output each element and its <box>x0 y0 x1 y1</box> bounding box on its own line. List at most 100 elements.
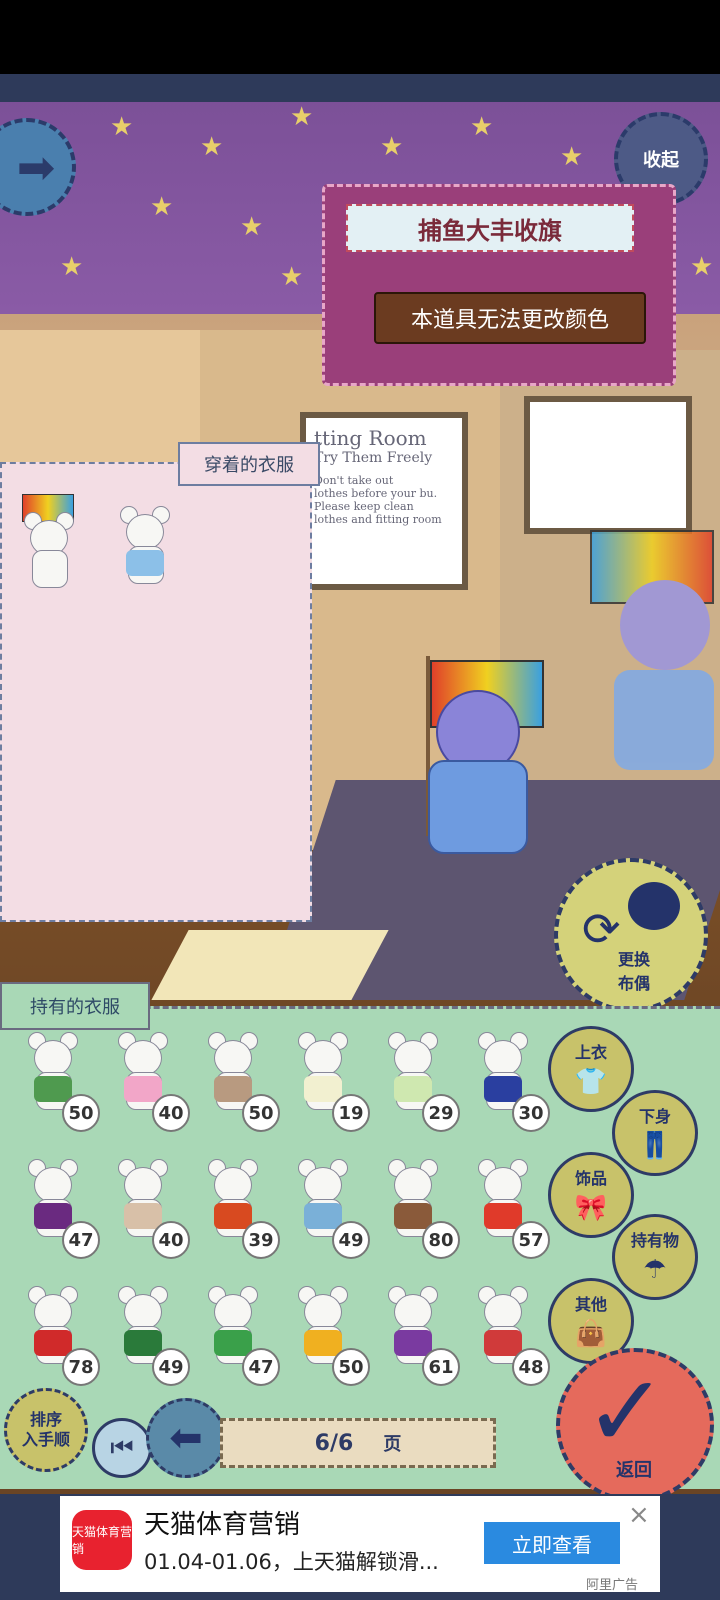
clothing-swatch <box>304 1076 342 1102</box>
clothing-swatch <box>394 1076 432 1102</box>
poster-line: Please keep clean <box>314 500 414 513</box>
owned-item[interactable]: 47 <box>22 1157 100 1259</box>
shirt-icon: 👕 <box>574 1067 608 1097</box>
poster-line: Don't take out <box>314 474 394 487</box>
category-bottoms-button[interactable]: 下身 👖 <box>612 1090 698 1176</box>
poster-line: Try Them Freely <box>314 450 433 466</box>
owned-item[interactable]: 49 <box>292 1157 370 1259</box>
fitting-room-poster: tting Room Try Them Freely Don't take ou… <box>300 412 468 590</box>
clothing-swatch <box>124 1203 162 1229</box>
category-label: 其他 <box>574 1295 607 1314</box>
sort-label: 排序 入手顺 <box>21 1410 70 1449</box>
top-border <box>0 74 720 102</box>
clothing-swatch <box>214 1203 252 1229</box>
arrow-left-icon: ⬅ <box>169 1415 203 1461</box>
mirrored-poster <box>524 396 692 534</box>
category-tops-button[interactable]: 上衣 👕 <box>548 1026 634 1112</box>
owned-item[interactable]: 48 <box>472 1284 550 1386</box>
category-accessories-button[interactable]: 饰品 🎀 <box>548 1152 634 1238</box>
category-label: 持有物 <box>630 1231 679 1250</box>
change-doll-label: 更换布偶 <box>617 950 650 993</box>
clothing-swatch <box>214 1330 252 1356</box>
arrow-right-icon: ➡ <box>16 140 56 194</box>
clothing-swatch <box>484 1076 522 1102</box>
worn-item[interactable] <box>114 504 174 594</box>
owned-item[interactable]: 29 <box>382 1030 460 1132</box>
owned-item[interactable]: 40 <box>112 1157 190 1259</box>
owned-item[interactable]: 61 <box>382 1284 460 1386</box>
clothing-swatch <box>304 1330 342 1356</box>
page-unit: 页 <box>383 1434 402 1455</box>
item-count-badge: 50 <box>332 1348 370 1386</box>
clothing-swatch <box>484 1203 522 1229</box>
first-page-button[interactable]: ⏮ <box>92 1418 152 1478</box>
bowtie-icon: 🎀 <box>574 1193 608 1223</box>
item-title: 捕鱼大丰收旗 <box>346 204 634 252</box>
ad-title: 天猫体育营销 <box>144 1510 301 1540</box>
page-number: 6/6 <box>314 1430 354 1456</box>
clothing-swatch <box>484 1330 522 1356</box>
back-confirm-button[interactable]: ✓ 返回 <box>556 1348 714 1502</box>
item-count-badge: 40 <box>152 1094 190 1132</box>
owned-item[interactable]: 49 <box>112 1284 190 1386</box>
clothing-swatch <box>394 1330 432 1356</box>
owned-item[interactable]: 78 <box>22 1284 100 1386</box>
pants-icon: 👖 <box>638 1131 672 1161</box>
owned-item[interactable]: 50 <box>292 1284 370 1386</box>
clothing-swatch <box>34 1203 72 1229</box>
owned-item[interactable]: 30 <box>472 1030 550 1132</box>
item-count-badge: 30 <box>512 1094 550 1132</box>
item-count-badge: 50 <box>62 1094 100 1132</box>
owned-item[interactable]: 47 <box>202 1284 280 1386</box>
skip-back-icon: ⏮ <box>110 1432 134 1463</box>
ad-close-icon[interactable]: × <box>628 1500 650 1530</box>
clothing-swatch <box>394 1203 432 1229</box>
category-held-items-button[interactable]: 持有物 ☂ <box>612 1214 698 1300</box>
ad-logo[interactable]: 天猫体育营销 <box>72 1510 132 1570</box>
item-count-badge: 49 <box>152 1348 190 1386</box>
status-bar <box>0 0 720 74</box>
clothing-swatch <box>34 1330 72 1356</box>
ad-cta-button[interactable]: 立即查看 <box>484 1522 620 1564</box>
clothing-swatch <box>124 1330 162 1356</box>
category-label: 上衣 <box>574 1043 607 1062</box>
worn-item[interactable] <box>18 494 78 588</box>
item-count-badge: 47 <box>242 1348 280 1386</box>
previous-page-button[interactable]: ⬅ <box>146 1398 226 1478</box>
worn-clothes-panel <box>0 462 312 922</box>
owned-item[interactable]: 19 <box>292 1030 370 1132</box>
doll-head-icon <box>628 882 680 930</box>
owned-item[interactable]: 39 <box>202 1157 280 1259</box>
owned-item[interactable]: 57 <box>472 1157 550 1259</box>
item-count-badge: 48 <box>512 1348 550 1386</box>
clothing-swatch <box>34 1076 72 1102</box>
poster-line: lothes before your bu. <box>314 487 438 500</box>
item-count-badge: 39 <box>242 1221 280 1259</box>
item-count-badge: 47 <box>62 1221 100 1259</box>
item-count-badge: 61 <box>422 1348 460 1386</box>
change-doll-button[interactable]: ⟳ 更换布偶 <box>554 858 708 1012</box>
back-label: 返回 <box>616 1460 652 1481</box>
item-count-badge: 78 <box>62 1348 100 1386</box>
clothing-swatch <box>304 1203 342 1229</box>
owned-item[interactable]: 50 <box>22 1030 100 1132</box>
item-count-badge: 40 <box>152 1221 190 1259</box>
owned-item[interactable]: 80 <box>382 1157 460 1259</box>
umbrella-icon: ☂ <box>643 1255 667 1285</box>
poster-line: lothes and fitting room <box>314 513 442 526</box>
item-count-badge: 19 <box>332 1094 370 1132</box>
player-doll <box>410 640 550 870</box>
ad-subtitle: 01.04-01.06，上天猫解锁滑... <box>144 1550 439 1574</box>
owned-item[interactable]: 40 <box>112 1030 190 1132</box>
floor-mat <box>151 930 389 1000</box>
item-count-badge: 80 <box>422 1221 460 1259</box>
sort-button[interactable]: 排序 入手顺 <box>4 1388 88 1472</box>
checkmark-icon: ✓ <box>584 1353 668 1470</box>
item-color-message: 本道具无法更改颜色 <box>374 292 646 344</box>
owned-item[interactable]: 50 <box>202 1030 280 1132</box>
item-count-badge: 50 <box>242 1094 280 1132</box>
category-label: 下身 <box>638 1107 671 1126</box>
clothing-swatch <box>214 1076 252 1102</box>
mirror-reflection <box>590 530 720 790</box>
clothing-swatch <box>124 1076 162 1102</box>
